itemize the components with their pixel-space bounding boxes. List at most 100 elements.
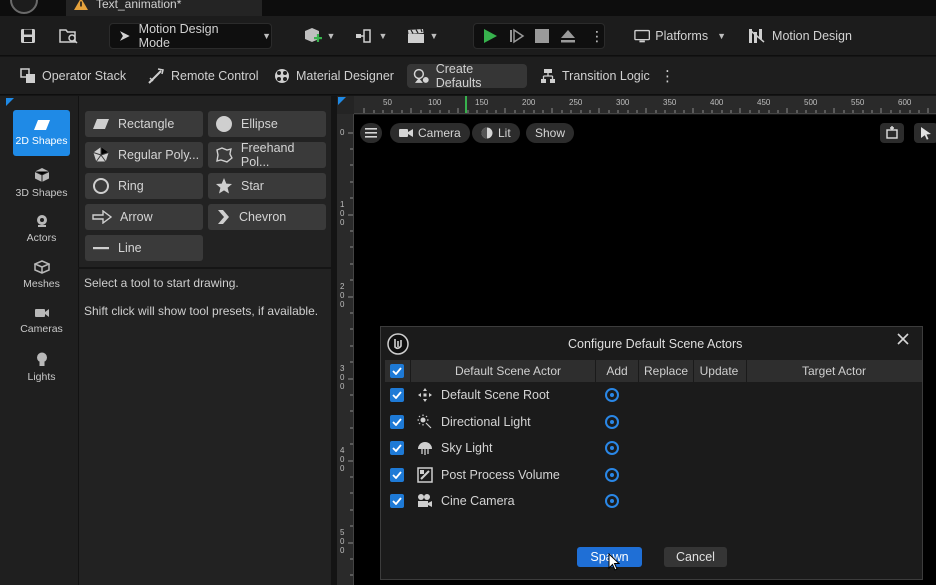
material-designer-icon [275, 69, 289, 83]
add-radio[interactable] [605, 494, 619, 508]
transition-logic-button[interactable]: Transition Logic [534, 64, 656, 88]
post-process-icon [417, 467, 433, 483]
row-checkbox[interactable] [390, 388, 404, 402]
more-options-icon[interactable]: ⋮ [590, 28, 604, 45]
close-icon[interactable] [896, 332, 910, 346]
ruler-tick-label: 5 [340, 528, 345, 537]
row-checkbox[interactable] [390, 415, 404, 429]
ruler-tick-label: 200 [522, 98, 536, 107]
column-header-replace[interactable]: Replace [639, 364, 693, 378]
row-checkbox[interactable] [390, 441, 404, 455]
tool-arrow[interactable]: Arrow [85, 204, 203, 230]
ruler-tick-label: 500 [804, 98, 818, 107]
meshes-icon [33, 260, 50, 274]
document-tab-title: Text_animation* [96, 0, 182, 11]
column-header-add[interactable]: Add [596, 364, 638, 378]
browse-button[interactable] [54, 23, 84, 49]
add-actor-button[interactable]: ▼ [300, 23, 338, 49]
save-icon [21, 29, 35, 43]
tools-panel: Rectangle Ellipse Regular Poly... Freeha… [78, 96, 331, 585]
viewport-camera-button[interactable]: Camera [390, 123, 470, 143]
add-actor-icon [304, 28, 322, 42]
motion-design-toolbar-icon [749, 29, 765, 43]
row-checkbox[interactable] [390, 468, 404, 482]
select-all-checkbox[interactable] [390, 364, 404, 378]
level-warning-icon [74, 0, 88, 10]
mode-3d-shapes[interactable]: 3D Shapes [13, 160, 70, 206]
ruler-tick-label: 4 [340, 446, 345, 455]
mode-label: 2D Shapes [15, 135, 68, 147]
document-tab[interactable]: Text_animation* [66, 0, 262, 16]
mode-2d-shapes[interactable]: 2D Shapes [13, 110, 70, 156]
ruler-tick-label: 600 [898, 98, 912, 107]
mode-actors[interactable]: Actors [13, 206, 70, 252]
save-button[interactable] [14, 23, 42, 49]
tool-label: Star [241, 179, 264, 193]
line-icon [93, 247, 109, 250]
tool-freehand-polygon[interactable]: Freehand Pol... [208, 141, 326, 169]
ruler-tick-label: 400 [710, 98, 724, 107]
ruler-tick-label: 0 [340, 218, 345, 227]
mode-lights[interactable]: Lights [13, 344, 70, 390]
add-radio[interactable] [605, 441, 619, 455]
stop-button[interactable] [535, 29, 549, 43]
tool-regular-polygon[interactable]: Regular Poly... [85, 142, 203, 168]
blueprint-button[interactable]: ▼ [352, 23, 390, 49]
row-label: Default Scene Root [441, 388, 550, 402]
tool-chevron[interactable]: Chevron [208, 204, 326, 230]
operator-stack-button[interactable]: Operator Stack [14, 64, 132, 88]
unreal-logo-icon [387, 333, 409, 355]
row-label: Post Process Volume [441, 468, 560, 482]
step-icon [510, 28, 525, 44]
ruler-tick-label: 550 [851, 98, 865, 107]
ruler-tick-label: 0 [340, 128, 345, 137]
play-button[interactable] [482, 28, 498, 44]
mode-dropdown[interactable]: Motion Design Mode ▼ [109, 22, 272, 50]
tools-divider [78, 267, 331, 269]
tool-ring[interactable]: Ring [85, 173, 203, 199]
horizontal-ruler[interactable]: 50 100 150 200 250 300 350 400 450 500 5… [354, 96, 936, 114]
viewport-transform-button[interactable] [880, 123, 904, 143]
cinematics-button[interactable]: ▼ [403, 23, 441, 49]
column-header-target[interactable]: Target Actor [747, 364, 921, 378]
material-designer-button[interactable]: Material Designer [268, 64, 400, 88]
remote-control-button[interactable]: Remote Control [141, 64, 265, 88]
ruler-tick-label: 250 [569, 98, 583, 107]
tool-ellipse[interactable]: Ellipse [208, 111, 326, 137]
mode-cameras[interactable]: Cameras [13, 298, 70, 344]
tool-label: Ring [118, 179, 144, 193]
star-icon [216, 178, 232, 194]
viewport-select-button[interactable] [914, 123, 936, 143]
viewport-lit-button[interactable]: Lit [472, 123, 520, 143]
column-header-update[interactable]: Update [694, 364, 744, 378]
mode-meshes[interactable]: Meshes [13, 252, 70, 298]
material-designer-label: Material Designer [296, 69, 394, 83]
chevron-down-icon: ▼ [429, 31, 439, 41]
tool-hint: Select a tool to start drawing. [84, 276, 239, 290]
ruler-tick-label: 50 [383, 98, 392, 107]
eject-button[interactable] [560, 28, 576, 44]
create-defaults-button[interactable]: Create Defaults [407, 62, 527, 90]
viewport-menu-button[interactable] [360, 123, 382, 143]
tool-rectangle[interactable]: Rectangle [85, 111, 203, 137]
viewport-show-button[interactable]: Show [526, 123, 575, 143]
add-radio[interactable] [605, 415, 619, 429]
ruler-tick-label: 0 [340, 455, 345, 464]
vertical-ruler[interactable]: 0 100 200 300 400 500 [337, 114, 354, 585]
add-radio[interactable] [605, 388, 619, 402]
motion-design-button[interactable]: Motion Design [748, 23, 852, 49]
tool-star[interactable]: Star [208, 173, 326, 199]
sky-light-icon [417, 440, 433, 456]
tool-label: Arrow [120, 210, 153, 224]
step-button[interactable] [509, 28, 525, 44]
toolbar-more-icon[interactable]: ⋮ [654, 64, 681, 88]
camera-icon [399, 129, 413, 137]
row-checkbox[interactable] [390, 494, 404, 508]
ruler-tick-label: 0 [340, 546, 345, 555]
tool-line[interactable]: Line [85, 235, 203, 261]
cancel-button[interactable]: Cancel [664, 547, 727, 567]
add-radio[interactable] [605, 468, 619, 482]
column-header-actor[interactable]: Default Scene Actor [411, 364, 605, 378]
platforms-button[interactable]: Platforms ▼ [634, 23, 726, 49]
ruler-tick-label: 350 [663, 98, 677, 107]
